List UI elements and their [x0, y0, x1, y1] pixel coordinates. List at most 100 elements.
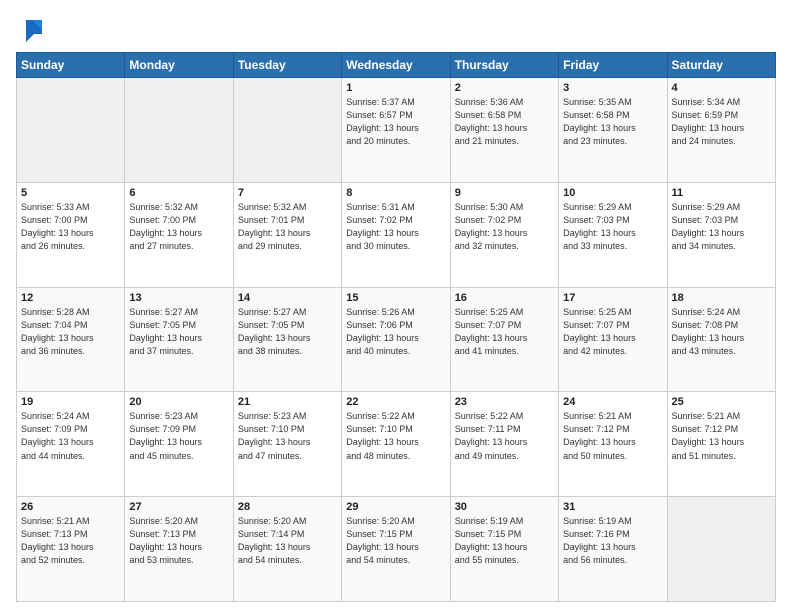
header: [16, 16, 776, 44]
day-info: Sunrise: 5:19 AMSunset: 7:16 PMDaylight:…: [563, 515, 662, 567]
day-info: Sunrise: 5:31 AMSunset: 7:02 PMDaylight:…: [346, 201, 445, 253]
day-info: Sunrise: 5:27 AMSunset: 7:05 PMDaylight:…: [129, 306, 228, 358]
calendar-day: 29 Sunrise: 5:20 AMSunset: 7:15 PMDayligh…: [342, 497, 450, 602]
calendar-day: 13 Sunrise: 5:27 AMSunset: 7:05 PMDayligh…: [125, 287, 233, 392]
day-number: 30: [455, 501, 554, 513]
calendar-day: 12 Sunrise: 5:28 AMSunset: 7:04 PMDayligh…: [17, 287, 125, 392]
day-number: 18: [672, 292, 771, 304]
day-info: Sunrise: 5:30 AMSunset: 7:02 PMDaylight:…: [455, 201, 554, 253]
day-number: 21: [238, 396, 337, 408]
calendar-header-monday: Monday: [125, 53, 233, 78]
calendar-day: 24Sunrise: 5:21 AMSunset: 7:12 PMDayligh…: [559, 392, 667, 497]
day-number: 1: [346, 82, 445, 94]
calendar-day: 7Sunrise: 5:32 AMSunset: 7:01 PMDaylight…: [233, 182, 341, 287]
day-info: Sunrise: 5:23 AMSunset: 7:09 PMDaylight:…: [129, 410, 228, 462]
day-info: Sunrise: 5:21 AMSunset: 7:12 PMDaylight:…: [563, 410, 662, 462]
day-number: 23: [455, 396, 554, 408]
calendar-day: 1Sunrise: 5:37 AMSunset: 6:57 PMDaylight…: [342, 78, 450, 183]
day-info: Sunrise: 5:22 AMSunset: 7:11 PMDaylight:…: [455, 410, 554, 462]
day-info: Sunrise: 5:36 AMSunset: 6:58 PMDaylight:…: [455, 96, 554, 148]
day-number: 9: [455, 187, 554, 199]
calendar-day: 4Sunrise: 5:34 AMSunset: 6:59 PMDaylight…: [667, 78, 775, 183]
calendar-day: [667, 497, 775, 602]
day-number: 13: [129, 292, 228, 304]
calendar-day: 31 Sunrise: 5:19 AMSunset: 7:16 PMDayligh…: [559, 497, 667, 602]
day-info: Sunrise: 5:19 AMSunset: 7:15 PMDaylight:…: [455, 515, 554, 567]
day-info: Sunrise: 5:24 AMSunset: 7:08 PMDaylight:…: [672, 306, 771, 358]
day-info: Sunrise: 5:21 AMSunset: 7:13 PMDaylight:…: [21, 515, 120, 567]
day-number: 2: [455, 82, 554, 94]
calendar-day: 20 Sunrise: 5:23 AMSunset: 7:09 PMDayligh…: [125, 392, 233, 497]
calendar-day: 30 Sunrise: 5:19 AMSunset: 7:15 PMDayligh…: [450, 497, 558, 602]
day-info: Sunrise: 5:20 AMSunset: 7:15 PMDaylight:…: [346, 515, 445, 567]
calendar-week-1: 1Sunrise: 5:37 AMSunset: 6:57 PMDaylight…: [17, 78, 776, 183]
day-number: 25: [672, 396, 771, 408]
day-info: Sunrise: 5:25 AMSunset: 7:07 PMDaylight:…: [563, 306, 662, 358]
day-number: 15: [346, 292, 445, 304]
calendar-header-tuesday: Tuesday: [233, 53, 341, 78]
day-number: 22: [346, 396, 445, 408]
calendar-day: [125, 78, 233, 183]
calendar-header-saturday: Saturday: [667, 53, 775, 78]
calendar-day: 14Sunrise: 5:27 AMSunset: 7:05 PMDayligh…: [233, 287, 341, 392]
calendar-day: 23 Sunrise: 5:22 AMSunset: 7:11 PMDayligh…: [450, 392, 558, 497]
calendar-day: 27 Sunrise: 5:20 AMSunset: 7:13 PMDayligh…: [125, 497, 233, 602]
calendar-day: 19 Sunrise: 5:24 AMSunset: 7:09 PMDayligh…: [17, 392, 125, 497]
day-number: 19: [21, 396, 120, 408]
day-info: Sunrise: 5:23 AMSunset: 7:10 PMDaylight:…: [238, 410, 337, 462]
day-number: 27: [129, 501, 228, 513]
calendar-week-3: 12 Sunrise: 5:28 AMSunset: 7:04 PMDayligh…: [17, 287, 776, 392]
day-number: 3: [563, 82, 662, 94]
day-number: 26: [21, 501, 120, 513]
calendar-day: 6 Sunrise: 5:32 AMSunset: 7:00 PMDaylight…: [125, 182, 233, 287]
calendar-week-4: 19 Sunrise: 5:24 AMSunset: 7:09 PMDayligh…: [17, 392, 776, 497]
calendar-day: 18 Sunrise: 5:24 AMSunset: 7:08 PMDayligh…: [667, 287, 775, 392]
logo-icon: [18, 16, 46, 44]
day-number: 7: [238, 187, 337, 199]
day-number: 28: [238, 501, 337, 513]
day-number: 31: [563, 501, 662, 513]
day-number: 8: [346, 187, 445, 199]
day-info: Sunrise: 5:29 AMSunset: 7:03 PMDaylight:…: [672, 201, 771, 253]
day-info: Sunrise: 5:20 AMSunset: 7:14 PMDaylight:…: [238, 515, 337, 567]
day-number: 5: [21, 187, 120, 199]
day-number: 20: [129, 396, 228, 408]
day-info: Sunrise: 5:33 AMSunset: 7:00 PMDaylight:…: [21, 201, 120, 253]
calendar-day: 15Sunrise: 5:26 AMSunset: 7:06 PMDayligh…: [342, 287, 450, 392]
day-info: Sunrise: 5:24 AMSunset: 7:09 PMDaylight:…: [21, 410, 120, 462]
day-number: 14: [238, 292, 337, 304]
calendar-day: 3 Sunrise: 5:35 AMSunset: 6:58 PMDaylight…: [559, 78, 667, 183]
calendar-day: 8 Sunrise: 5:31 AMSunset: 7:02 PMDaylight…: [342, 182, 450, 287]
calendar-day: 25 Sunrise: 5:21 AMSunset: 7:12 PMDayligh…: [667, 392, 775, 497]
calendar-header-thursday: Thursday: [450, 53, 558, 78]
calendar-day: 22 Sunrise: 5:22 AMSunset: 7:10 PMDayligh…: [342, 392, 450, 497]
calendar-day: 2 Sunrise: 5:36 AMSunset: 6:58 PMDaylight…: [450, 78, 558, 183]
day-number: 6: [129, 187, 228, 199]
calendar-day: 16Sunrise: 5:25 AMSunset: 7:07 PMDayligh…: [450, 287, 558, 392]
calendar-day: 21 Sunrise: 5:23 AMSunset: 7:10 PMDayligh…: [233, 392, 341, 497]
calendar-week-5: 26 Sunrise: 5:21 AMSunset: 7:13 PMDayligh…: [17, 497, 776, 602]
day-info: Sunrise: 5:21 AMSunset: 7:12 PMDaylight:…: [672, 410, 771, 462]
calendar-table: SundayMondayTuesdayWednesdayThursdayFrid…: [16, 52, 776, 602]
calendar-header-friday: Friday: [559, 53, 667, 78]
calendar-day: 28 Sunrise: 5:20 AMSunset: 7:14 PMDayligh…: [233, 497, 341, 602]
calendar-day: 5 Sunrise: 5:33 AMSunset: 7:00 PMDaylight…: [17, 182, 125, 287]
calendar-day: 9 Sunrise: 5:30 AMSunset: 7:02 PMDaylight…: [450, 182, 558, 287]
day-number: 10: [563, 187, 662, 199]
day-info: Sunrise: 5:35 AMSunset: 6:58 PMDaylight:…: [563, 96, 662, 148]
day-info: Sunrise: 5:29 AMSunset: 7:03 PMDaylight:…: [563, 201, 662, 253]
calendar-header-row: SundayMondayTuesdayWednesdayThursdayFrid…: [17, 53, 776, 78]
calendar-day: 17Sunrise: 5:25 AMSunset: 7:07 PMDayligh…: [559, 287, 667, 392]
day-number: 11: [672, 187, 771, 199]
page: SundayMondayTuesdayWednesdayThursdayFrid…: [0, 0, 792, 612]
logo: [16, 16, 46, 44]
day-info: Sunrise: 5:32 AMSunset: 7:00 PMDaylight:…: [129, 201, 228, 253]
day-number: 16: [455, 292, 554, 304]
day-info: Sunrise: 5:28 AMSunset: 7:04 PMDaylight:…: [21, 306, 120, 358]
day-info: Sunrise: 5:22 AMSunset: 7:10 PMDaylight:…: [346, 410, 445, 462]
day-number: 29: [346, 501, 445, 513]
day-info: Sunrise: 5:34 AMSunset: 6:59 PMDaylight:…: [672, 96, 771, 148]
day-number: 12: [21, 292, 120, 304]
day-info: Sunrise: 5:20 AMSunset: 7:13 PMDaylight:…: [129, 515, 228, 567]
calendar-day: 11 Sunrise: 5:29 AMSunset: 7:03 PMDayligh…: [667, 182, 775, 287]
